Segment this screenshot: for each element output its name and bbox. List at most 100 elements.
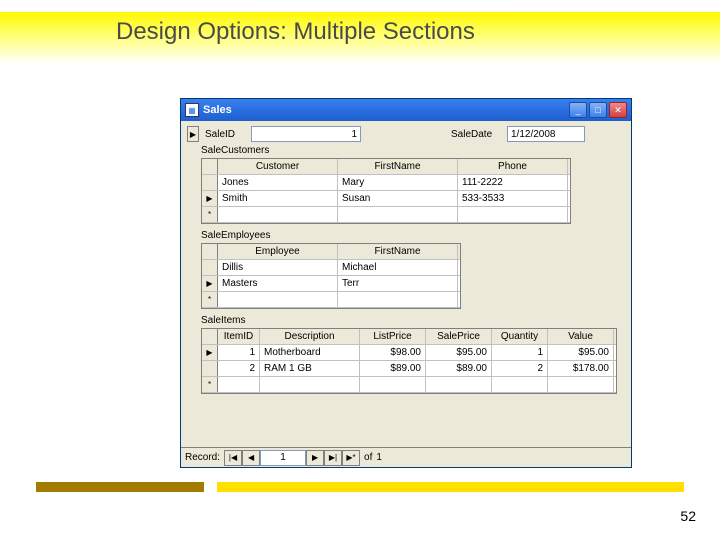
row-selector[interactable] — [202, 260, 218, 275]
row-selector-current[interactable]: ▶ — [202, 345, 218, 360]
cell[interactable]: 111-2222 — [458, 175, 568, 190]
minimize-button[interactable]: _ — [569, 102, 587, 118]
employees-header-row: Employee FirstName — [202, 244, 460, 260]
new-row-marker[interactable]: * — [202, 207, 218, 222]
cell[interactable]: $178.00 — [548, 361, 614, 376]
row-selector-header — [202, 159, 218, 174]
row-selector[interactable] — [202, 175, 218, 190]
col-employee: Employee — [218, 244, 338, 259]
col-description: Description — [260, 329, 360, 344]
nav-first-button[interactable]: |◀ — [224, 450, 242, 466]
col-itemid: ItemID — [218, 329, 260, 344]
cell[interactable] — [360, 377, 426, 392]
saledate-label: SaleDate — [451, 129, 507, 140]
col-phone: Phone — [458, 159, 568, 174]
cell[interactable] — [260, 377, 360, 392]
col-quantity: Quantity — [492, 329, 548, 344]
cell[interactable]: 2 — [218, 361, 260, 376]
nav-last-button[interactable]: ▶| — [324, 450, 342, 466]
items-grid: ItemID Description ListPrice SalePrice Q… — [201, 328, 617, 394]
cell[interactable]: 1 — [218, 345, 260, 360]
row-selector-current[interactable]: ▶ — [202, 276, 218, 291]
table-row[interactable]: ▶ Smith Susan 533-3533 — [202, 191, 570, 207]
cell[interactable]: 533-3533 — [458, 191, 568, 206]
record-marker: ▶ — [187, 126, 199, 142]
cell[interactable]: 2 — [492, 361, 548, 376]
new-row-marker[interactable]: * — [202, 292, 218, 307]
maximize-button[interactable]: □ — [589, 102, 607, 118]
row-selector[interactable] — [202, 361, 218, 376]
col-value: Value — [548, 329, 614, 344]
saleid-field[interactable]: 1 — [251, 126, 361, 142]
col-customer: Customer — [218, 159, 338, 174]
cell[interactable]: $95.00 — [548, 345, 614, 360]
col-firstname: FirstName — [338, 159, 458, 174]
cell[interactable] — [218, 207, 338, 222]
table-row[interactable]: 2 RAM 1 GB $89.00 $89.00 2 $178.00 — [202, 361, 616, 377]
row-selector-header — [202, 329, 218, 344]
new-row[interactable]: * — [202, 207, 570, 223]
table-row[interactable]: Dillis Michael — [202, 260, 460, 276]
cell[interactable] — [218, 292, 338, 307]
cell[interactable]: Michael — [338, 260, 458, 275]
cell[interactable] — [458, 207, 568, 222]
table-row[interactable]: ▶ 1 Motherboard $98.00 $95.00 1 $95.00 — [202, 345, 616, 361]
cell[interactable]: 1 — [492, 345, 548, 360]
nav-new-button[interactable]: ▶* — [342, 450, 360, 466]
nav-next-button[interactable]: ▶ — [306, 450, 324, 466]
cell[interactable] — [426, 377, 492, 392]
table-row[interactable]: Jones Mary 111-2222 — [202, 175, 570, 191]
row-selector-header — [202, 244, 218, 259]
customers-header-row: Customer FirstName Phone — [202, 159, 570, 175]
record-navigator: Record: |◀ ◀ ▶ ▶| ▶* of 1 — [181, 447, 631, 467]
col-saleprice: SalePrice — [426, 329, 492, 344]
cell[interactable] — [338, 207, 458, 222]
cell[interactable]: $98.00 — [360, 345, 426, 360]
cell[interactable]: Jones — [218, 175, 338, 190]
saledate-field[interactable]: 1/12/2008 — [507, 126, 585, 142]
employees-section-label: SaleEmployees — [201, 230, 625, 241]
new-row[interactable]: * — [202, 292, 460, 308]
sales-window: ▦ Sales _ □ ✕ ▶ SaleID 1 SaleDate 1/12/2… — [180, 98, 632, 468]
nav-label: Record: — [185, 452, 220, 463]
nav-total: 1 — [376, 452, 382, 463]
cell[interactable]: Smith — [218, 191, 338, 206]
slide-title: Design Options: Multiple Sections — [116, 18, 475, 46]
col-listprice: ListPrice — [360, 329, 426, 344]
cell[interactable] — [548, 377, 614, 392]
cell[interactable]: Dillis — [218, 260, 338, 275]
nav-current-input[interactable] — [260, 450, 306, 466]
items-section-label: SaleItems — [201, 315, 625, 326]
new-row[interactable]: * — [202, 377, 616, 393]
cell[interactable]: Masters — [218, 276, 338, 291]
cell[interactable]: Mary — [338, 175, 458, 190]
close-button[interactable]: ✕ — [609, 102, 627, 118]
cell[interactable]: $89.00 — [426, 361, 492, 376]
app-icon: ▦ — [185, 103, 199, 117]
new-row-marker[interactable]: * — [202, 377, 218, 392]
row-selector-current[interactable]: ▶ — [202, 191, 218, 206]
cell[interactable]: Susan — [338, 191, 458, 206]
employees-grid: Employee FirstName Dillis Michael ▶ Mast… — [201, 243, 461, 309]
cell[interactable]: $95.00 — [426, 345, 492, 360]
nav-prev-button[interactable]: ◀ — [242, 450, 260, 466]
cell[interactable]: $89.00 — [360, 361, 426, 376]
table-row[interactable]: ▶ Masters Terr — [202, 276, 460, 292]
cell[interactable]: Terr — [338, 276, 458, 291]
footer-rule — [36, 482, 684, 498]
cell[interactable] — [492, 377, 548, 392]
items-header-row: ItemID Description ListPrice SalePrice Q… — [202, 329, 616, 345]
cell[interactable]: RAM 1 GB — [260, 361, 360, 376]
window-title: Sales — [203, 104, 569, 116]
cell[interactable] — [338, 292, 458, 307]
saleid-label: SaleID — [205, 129, 251, 140]
form-body: ▶ SaleID 1 SaleDate 1/12/2008 SaleCustom… — [181, 121, 631, 394]
cell[interactable]: Motherboard — [260, 345, 360, 360]
customers-section-label: SaleCustomers — [201, 145, 625, 156]
window-titlebar: ▦ Sales _ □ ✕ — [181, 99, 631, 121]
nav-of-label: of — [364, 452, 372, 463]
customers-grid: Customer FirstName Phone Jones Mary 111-… — [201, 158, 571, 224]
cell[interactable] — [218, 377, 260, 392]
col-firstname: FirstName — [338, 244, 458, 259]
page-number: 52 — [680, 508, 696, 524]
